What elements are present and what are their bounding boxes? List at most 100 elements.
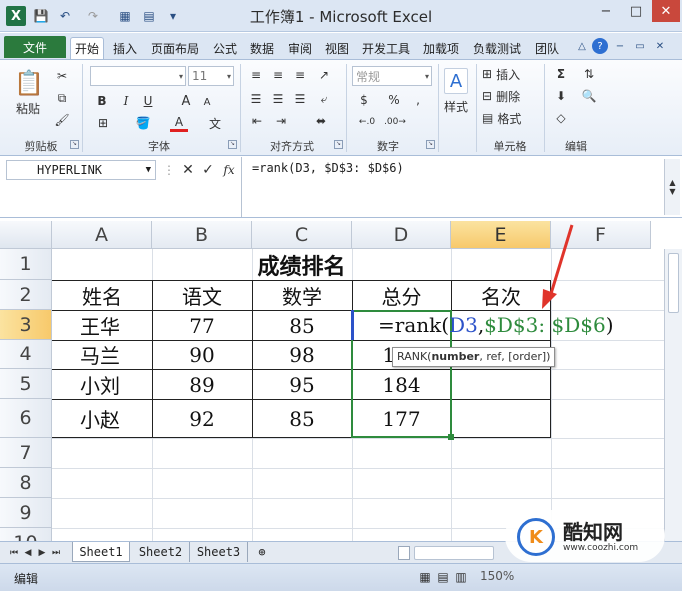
font-size-combo[interactable]: 11 ▾ bbox=[188, 66, 234, 86]
doc-close-icon[interactable]: ✕ bbox=[652, 38, 668, 54]
find-select-icon[interactable]: 🔍 bbox=[578, 88, 600, 104]
tab-addins[interactable]: 加载项 bbox=[418, 37, 464, 59]
name-box[interactable]: HYPERLINK ▼ bbox=[6, 160, 156, 180]
grow-font-button[interactable]: A bbox=[178, 92, 194, 110]
tab-team[interactable]: 团队 bbox=[530, 37, 564, 59]
percent-button[interactable]: % bbox=[386, 92, 402, 108]
header-cell-name[interactable]: 姓名 bbox=[52, 281, 152, 310]
insert-function-button[interactable]: fx bbox=[220, 161, 238, 179]
align-bottom-icon[interactable]: ≡ bbox=[292, 68, 308, 82]
tab-home[interactable]: 开始 bbox=[70, 37, 104, 59]
normal-view-icon[interactable]: ▦ bbox=[418, 570, 432, 584]
align-middle-icon[interactable]: ≡ bbox=[270, 68, 286, 82]
cancel-entry-button[interactable]: ✕ bbox=[180, 161, 196, 179]
horizontal-scroll-splitter[interactable] bbox=[398, 546, 410, 560]
enter-entry-button[interactable]: ✓ bbox=[200, 161, 216, 179]
column-header-a[interactable]: A bbox=[52, 221, 152, 249]
styles-button[interactable]: 样式 bbox=[440, 98, 472, 114]
tab-data[interactable]: 数据 bbox=[245, 37, 279, 59]
zoom-level[interactable]: 150% bbox=[480, 569, 514, 583]
format-cells-button[interactable]: ▤ 格式 bbox=[482, 110, 540, 126]
row-header-8[interactable]: 8 bbox=[0, 468, 52, 498]
shrink-font-button[interactable]: A bbox=[200, 94, 214, 110]
table-cell[interactable]: 98 bbox=[252, 340, 352, 369]
doc-minimize-icon[interactable]: − bbox=[612, 38, 628, 54]
scrollbar-thumb[interactable] bbox=[668, 253, 679, 313]
increase-indent-icon[interactable]: ⇥ bbox=[272, 114, 290, 128]
decrease-indent-icon[interactable]: ⇤ bbox=[248, 114, 266, 128]
align-top-icon[interactable]: ≡ bbox=[248, 68, 264, 82]
table-cell[interactable]: 89 bbox=[152, 370, 252, 399]
table-cell[interactable]: 王华 bbox=[52, 311, 152, 340]
row-header-4[interactable]: 4 bbox=[0, 340, 52, 369]
worksheet-grid[interactable]: A B C D E F 1 2 3 4 5 6 7 8 9 10 成绩排名 bbox=[0, 221, 682, 541]
italic-button[interactable]: I bbox=[118, 92, 134, 110]
insert-cells-button[interactable]: ⊞ 插入 bbox=[482, 66, 540, 82]
column-header-b[interactable]: B bbox=[152, 221, 252, 249]
wrap-text-icon[interactable]: ⤶ bbox=[314, 92, 334, 106]
table-cell[interactable]: 92 bbox=[152, 404, 252, 433]
prev-sheet-icon[interactable]: ◀ bbox=[22, 546, 34, 560]
vertical-scrollbar[interactable] bbox=[664, 249, 682, 541]
table-cell[interactable]: 85 bbox=[252, 311, 352, 340]
chevron-down-icon[interactable]: ▼ bbox=[146, 165, 151, 175]
column-header-c[interactable]: C bbox=[252, 221, 352, 249]
column-header-d[interactable]: D bbox=[352, 221, 451, 249]
formula-input[interactable]: =rank(D3, $D$3: $D$6) bbox=[241, 157, 664, 217]
help-icon[interactable]: ? bbox=[592, 38, 608, 54]
header-cell-math[interactable]: 数学 bbox=[252, 281, 352, 310]
fill-color-icon[interactable]: 🪣 bbox=[134, 114, 152, 132]
tab-file[interactable]: 文件 bbox=[4, 36, 66, 58]
underline-button[interactable]: U bbox=[140, 92, 156, 110]
number-format-combo[interactable]: 常规 ▾ bbox=[352, 66, 432, 86]
tab-page-layout[interactable]: 页面布局 bbox=[146, 37, 204, 59]
align-center-icon[interactable]: ☰ bbox=[270, 92, 286, 106]
first-sheet-icon[interactable]: ⏮ bbox=[8, 546, 20, 560]
font-color-icon[interactable]: A bbox=[170, 114, 188, 132]
orientation-icon[interactable]: ↗ bbox=[314, 68, 334, 82]
close-button[interactable]: ✕ bbox=[652, 0, 680, 22]
minimize-ribbon-icon[interactable]: △ bbox=[574, 38, 590, 54]
tab-developer[interactable]: 开发工具 bbox=[358, 37, 414, 59]
copy-icon[interactable]: ⧉ bbox=[54, 90, 70, 106]
row-header-9[interactable]: 9 bbox=[0, 498, 52, 528]
number-launcher-icon[interactable]: ↘ bbox=[426, 140, 435, 149]
row-header-1[interactable]: 1 bbox=[0, 249, 52, 280]
sort-filter-icon[interactable]: ⇅ bbox=[578, 66, 600, 82]
fill-handle[interactable] bbox=[448, 434, 454, 440]
comma-button[interactable]: , bbox=[410, 92, 426, 108]
row-header-2[interactable]: 2 bbox=[0, 280, 52, 310]
table-cell[interactable]: 小刘 bbox=[52, 370, 152, 399]
delete-cells-button[interactable]: ⊟ 删除 bbox=[482, 88, 540, 104]
styles-icon[interactable]: A bbox=[444, 68, 468, 94]
sheet-title-cell[interactable]: 成绩排名 bbox=[52, 250, 551, 280]
tab-load-test[interactable]: 负载测试 bbox=[468, 37, 526, 59]
table-cell[interactable]: 90 bbox=[152, 340, 252, 369]
sheet-tab-1[interactable]: Sheet1 bbox=[72, 542, 130, 562]
paste-icon[interactable]: 📋 bbox=[14, 66, 44, 100]
tab-review[interactable]: 审阅 bbox=[283, 37, 317, 59]
formula-expand-scrollbar[interactable]: ▲ ▼ bbox=[664, 159, 680, 215]
align-left-icon[interactable]: ☰ bbox=[248, 92, 264, 106]
paste-button[interactable]: 粘贴 bbox=[10, 100, 46, 116]
fill-icon[interactable]: ⬇ bbox=[552, 88, 570, 104]
header-cell-total[interactable]: 总分 bbox=[352, 281, 451, 310]
bold-button[interactable]: B bbox=[94, 92, 110, 110]
increase-decimal-icon[interactable]: ←.0 bbox=[356, 114, 378, 130]
row-header-6[interactable]: 6 bbox=[0, 399, 52, 438]
decrease-decimal-icon[interactable]: .00→ bbox=[384, 114, 406, 130]
last-sheet-icon[interactable]: ⏭ bbox=[50, 546, 62, 560]
page-break-view-icon[interactable]: ▥ bbox=[454, 570, 468, 584]
table-cell[interactable]: 85 bbox=[252, 404, 352, 433]
row-header-7[interactable]: 7 bbox=[0, 438, 52, 468]
format-painter-icon[interactable]: 🖌 bbox=[54, 112, 70, 128]
table-cell[interactable]: 马兰 bbox=[52, 340, 152, 369]
next-sheet-icon[interactable]: ▶ bbox=[36, 546, 48, 560]
maximize-button[interactable]: □ bbox=[622, 0, 650, 22]
table-cell[interactable]: 小赵 bbox=[52, 404, 152, 433]
select-all-corner[interactable] bbox=[0, 221, 52, 249]
page-layout-view-icon[interactable]: ▤ bbox=[436, 570, 450, 584]
currency-button[interactable]: $ bbox=[356, 92, 372, 108]
row-header-10[interactable]: 10 bbox=[0, 528, 52, 541]
cut-icon[interactable]: ✂ bbox=[54, 68, 70, 84]
